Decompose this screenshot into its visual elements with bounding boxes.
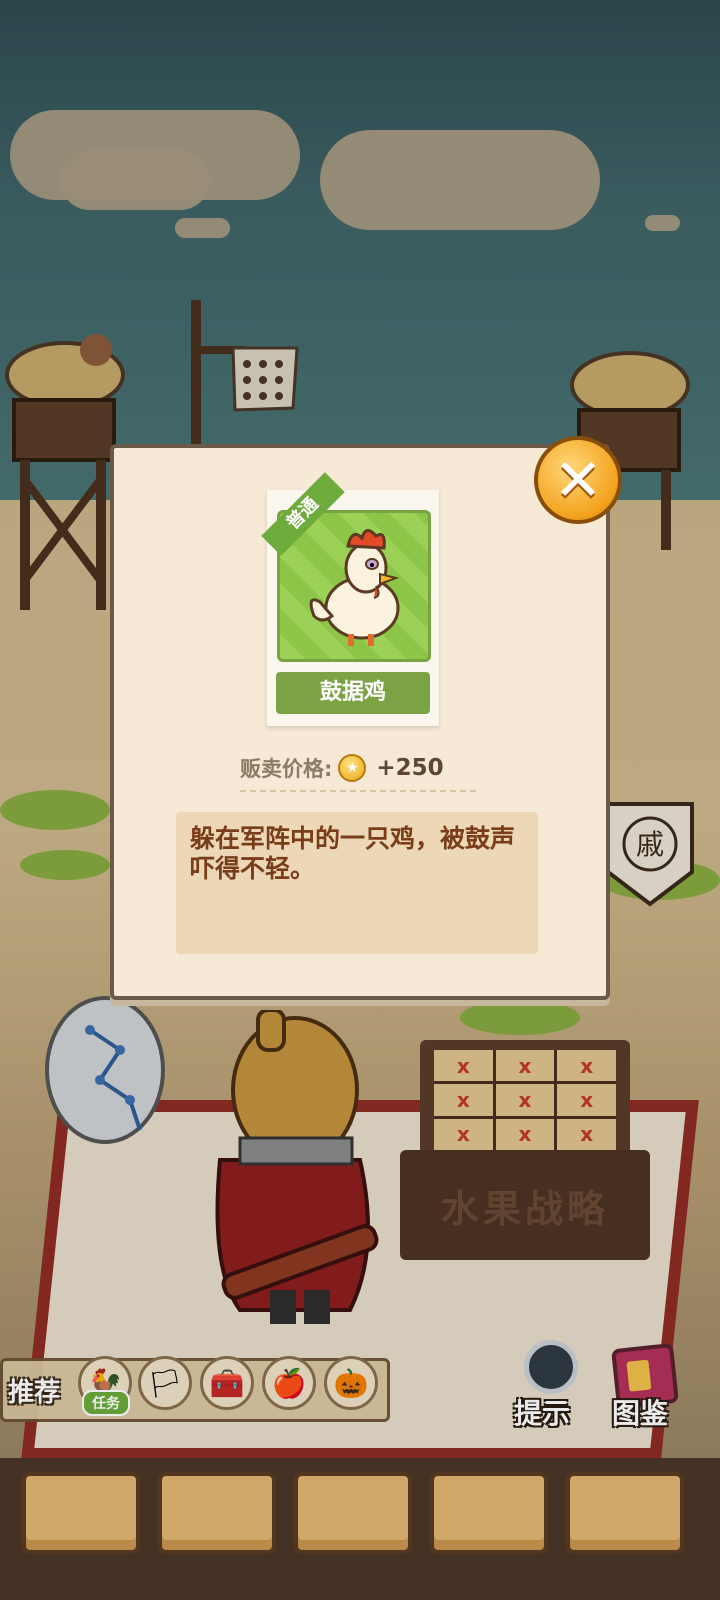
item-description: 躲在军阵中的一只鸡，被鼓声吓得不轻。 — [176, 812, 538, 954]
price-label: 贩卖价格: — [240, 757, 333, 781]
price-row: 贩卖价格: ★ +250 — [240, 752, 480, 784]
chicken-icon — [309, 529, 400, 646]
item-name: 鼓据鸡 — [276, 672, 430, 714]
price-value: +250 — [376, 755, 444, 781]
divider — [240, 790, 476, 792]
close-icon: ✕ — [553, 446, 603, 514]
coin-icon: ★ — [338, 754, 367, 782]
close-button[interactable]: ✕ — [534, 436, 622, 524]
